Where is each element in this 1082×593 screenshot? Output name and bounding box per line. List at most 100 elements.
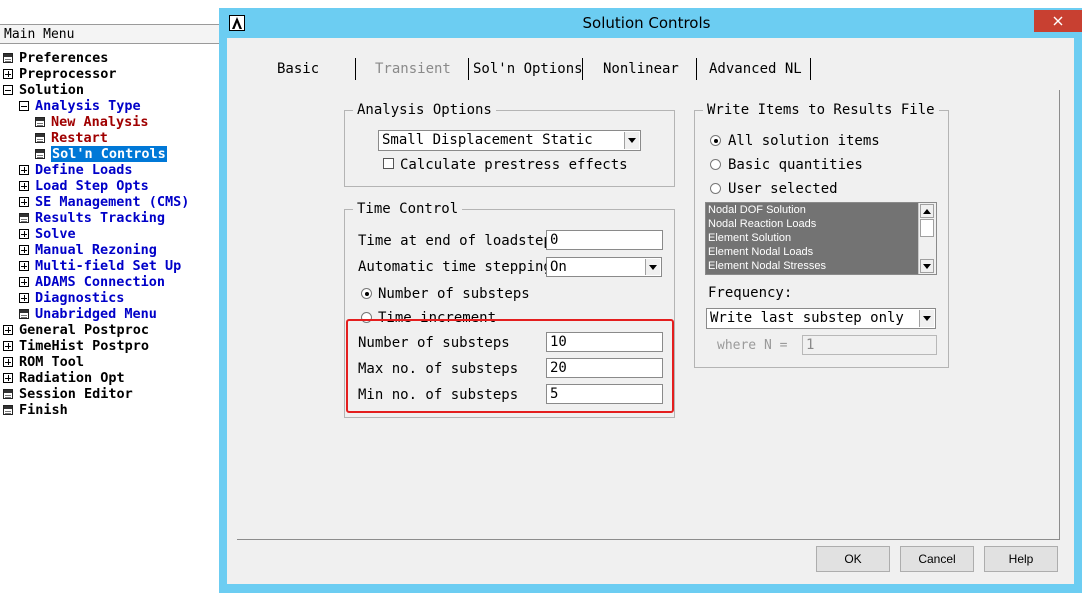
radio-basic-quantities[interactable] bbox=[710, 159, 721, 170]
expand-icon[interactable] bbox=[3, 69, 13, 79]
menu-item-new-analysis[interactable]: New Analysis bbox=[35, 114, 149, 130]
menu-item-label: Define Loads bbox=[35, 162, 133, 178]
menu-item-general-postproc[interactable]: General Postproc bbox=[3, 322, 149, 338]
group-title: Write Items to Results File bbox=[703, 101, 939, 119]
menu-item-label: Session Editor bbox=[19, 386, 133, 402]
menu-item-radiation-opt[interactable]: Radiation Opt bbox=[3, 370, 125, 386]
time-end-input[interactable]: 0 bbox=[546, 230, 663, 250]
menu-item-label: Radiation Opt bbox=[19, 370, 125, 386]
where-n-input[interactable]: 1 bbox=[802, 335, 937, 355]
min-substeps-input[interactable]: 5 bbox=[546, 384, 663, 404]
scroll-down-icon[interactable] bbox=[920, 259, 934, 273]
menu-item-label: ROM Tool bbox=[19, 354, 85, 370]
menu-item-preferences[interactable]: Preferences bbox=[3, 50, 108, 66]
expand-icon[interactable] bbox=[19, 261, 29, 271]
menu-item-se-management[interactable]: SE Management (CMS) bbox=[19, 194, 189, 210]
collapse-icon[interactable] bbox=[19, 101, 29, 111]
menu-item-label: General Postproc bbox=[19, 322, 150, 338]
cancel-button[interactable]: Cancel bbox=[900, 546, 974, 572]
menu-item-label: Analysis Type bbox=[35, 98, 141, 114]
results-items-listbox[interactable]: Nodal DOF Solution Nodal Reaction Loads … bbox=[705, 202, 937, 275]
num-substeps-input[interactable]: 10 bbox=[546, 332, 663, 352]
menu-item-define-loads[interactable]: Define Loads bbox=[19, 162, 133, 178]
menu-item-analysis-type[interactable]: Analysis Type bbox=[19, 98, 141, 114]
listbox-scrollbar[interactable] bbox=[918, 203, 936, 274]
menu-item-session-editor[interactable]: Session Editor bbox=[3, 386, 133, 402]
main-menu-pane: Main Menu Preferences Preprocessor Solut… bbox=[0, 0, 222, 593]
menu-item-multi-field-setup[interactable]: Multi-field Set Up bbox=[19, 258, 181, 274]
radio-all-solution-items-label: All solution items bbox=[728, 133, 880, 149]
dialog-title-bar[interactable]: Solution Controls bbox=[219, 8, 1082, 37]
frequency-label: Frequency: bbox=[708, 285, 793, 301]
expand-icon[interactable] bbox=[19, 293, 29, 303]
chevron-down-icon[interactable] bbox=[645, 259, 660, 275]
menu-item-adams-connection[interactable]: ADAMS Connection bbox=[19, 274, 165, 290]
max-substeps-input[interactable]: 20 bbox=[546, 358, 663, 378]
menu-item-label: TimeHist Postpro bbox=[19, 338, 150, 354]
menu-item-label: SE Management (CMS) bbox=[35, 194, 190, 210]
menu-item-unabridged-menu[interactable]: Unabridged Menu bbox=[19, 306, 157, 322]
menu-item-label: Restart bbox=[51, 130, 108, 146]
menu-item-diagnostics[interactable]: Diagnostics bbox=[19, 290, 124, 306]
radio-number-of-substeps[interactable] bbox=[361, 288, 372, 299]
expand-icon[interactable] bbox=[19, 245, 29, 255]
menu-item-solution[interactable]: Solution bbox=[3, 82, 84, 98]
chevron-down-icon[interactable] bbox=[919, 310, 934, 327]
menu-item-manual-rezoning[interactable]: Manual Rezoning bbox=[19, 242, 157, 258]
menu-item-restart[interactable]: Restart bbox=[35, 130, 108, 146]
menu-item-label: Solution bbox=[19, 82, 85, 98]
radio-user-selected[interactable] bbox=[710, 183, 721, 194]
doc-icon bbox=[35, 117, 45, 127]
ok-button[interactable]: OK bbox=[816, 546, 890, 572]
group-title: Analysis Options bbox=[353, 101, 496, 119]
list-item[interactable]: Nodal Reaction Loads bbox=[706, 217, 919, 231]
list-item[interactable]: Element Nodal Loads bbox=[706, 245, 919, 259]
scroll-thumb[interactable] bbox=[920, 219, 934, 237]
menu-item-label: Finish bbox=[19, 402, 68, 418]
menu-item-preprocessor[interactable]: Preprocessor bbox=[3, 66, 117, 82]
radio-number-of-substeps-label: Number of substeps bbox=[378, 286, 530, 302]
menu-item-rom-tool[interactable]: ROM Tool bbox=[3, 354, 84, 370]
close-button[interactable] bbox=[1034, 10, 1082, 32]
listbox-items: Nodal DOF Solution Nodal Reaction Loads … bbox=[706, 203, 919, 274]
collapse-icon[interactable] bbox=[3, 85, 13, 95]
tab-soln-options[interactable]: Sol'n Options bbox=[473, 56, 583, 82]
expand-icon[interactable] bbox=[19, 181, 29, 191]
auto-step-select[interactable]: On bbox=[546, 257, 662, 277]
expand-icon[interactable] bbox=[19, 197, 29, 207]
help-button[interactable]: Help bbox=[984, 546, 1058, 572]
expand-icon[interactable] bbox=[19, 277, 29, 287]
menu-item-label: Results Tracking bbox=[35, 210, 166, 226]
expand-icon[interactable] bbox=[19, 229, 29, 239]
chevron-down-icon[interactable] bbox=[624, 132, 639, 149]
menu-item-soln-controls[interactable]: Sol'n Controls bbox=[35, 146, 167, 162]
tab-divider bbox=[810, 58, 811, 80]
tab-advanced-nl[interactable]: Advanced NL bbox=[709, 56, 802, 82]
menu-item-results-tracking[interactable]: Results Tracking bbox=[19, 210, 165, 226]
menu-item-load-step-opts[interactable]: Load Step Opts bbox=[19, 178, 149, 194]
tab-transient[interactable]: Transient bbox=[375, 56, 451, 82]
tab-nonlinear[interactable]: Nonlinear bbox=[603, 56, 679, 82]
scroll-up-icon[interactable] bbox=[920, 204, 934, 218]
expand-icon[interactable] bbox=[3, 341, 13, 351]
list-item[interactable]: Element Nodal Stresses bbox=[706, 259, 919, 273]
expand-icon[interactable] bbox=[3, 325, 13, 335]
tab-basic[interactable]: Basic bbox=[277, 56, 319, 82]
menu-item-finish[interactable]: Finish bbox=[3, 402, 68, 418]
menu-item-timehist-postpro[interactable]: TimeHist Postpro bbox=[3, 338, 149, 354]
radio-all-solution-items[interactable] bbox=[710, 135, 721, 146]
menu-item-solve[interactable]: Solve bbox=[19, 226, 76, 242]
menu-item-label: Preferences bbox=[19, 50, 109, 66]
expand-icon[interactable] bbox=[3, 357, 13, 367]
frequency-select[interactable]: Write last substep only bbox=[706, 308, 936, 329]
prestress-checkbox[interactable] bbox=[383, 158, 394, 169]
list-item[interactable]: Element Solution bbox=[706, 231, 919, 245]
list-item[interactable]: Nodal DOF Solution bbox=[706, 203, 919, 217]
expand-icon[interactable] bbox=[19, 165, 29, 175]
where-n-label: where N = bbox=[717, 338, 788, 353]
menu-item-label: New Analysis bbox=[51, 114, 149, 130]
doc-icon bbox=[3, 405, 13, 415]
close-icon bbox=[1053, 16, 1063, 26]
expand-icon[interactable] bbox=[3, 373, 13, 383]
analysis-type-select[interactable]: Small Displacement Static bbox=[378, 130, 641, 151]
